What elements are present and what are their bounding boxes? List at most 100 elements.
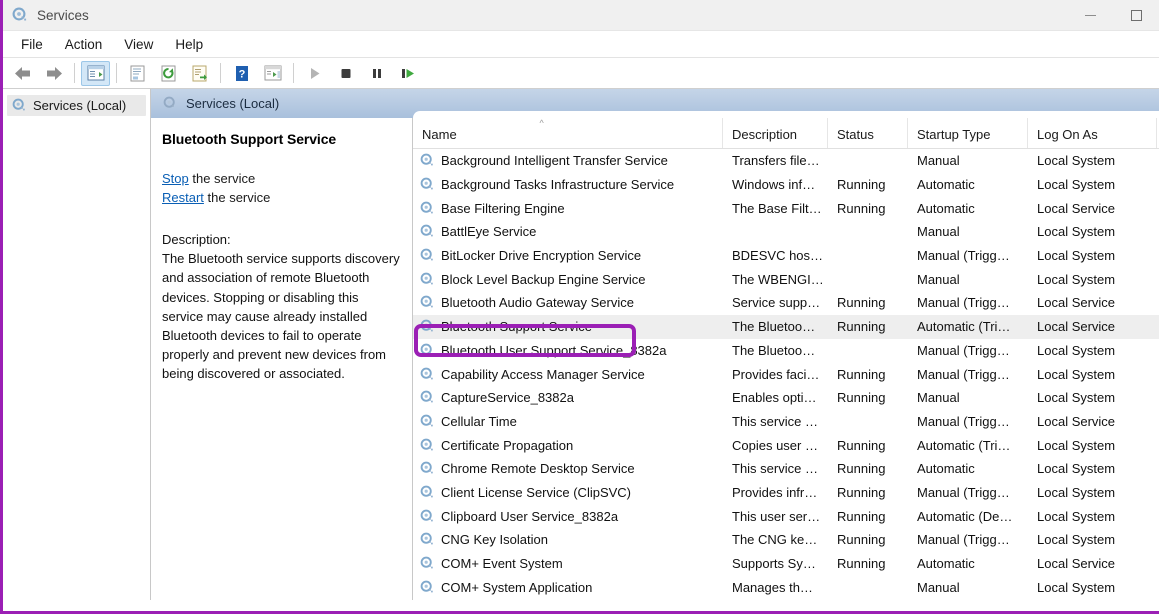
column-header-log-on-as[interactable]: Log On As	[1028, 118, 1157, 148]
table-row[interactable]: Cellular TimeThis service …Manual (Trigg…	[413, 410, 1159, 434]
row-status-cell: Running	[828, 509, 908, 524]
table-row[interactable]: BitLocker Drive Encryption ServiceBDESVC…	[413, 244, 1159, 268]
row-logon-cell: Local System	[1028, 461, 1157, 476]
table-row[interactable]: CNG Key IsolationThe CNG ke…RunningManua…	[413, 528, 1159, 552]
row-name-cell: COM+ System Application	[413, 580, 723, 595]
row-name-cell: Background Tasks Infrastructure Service	[413, 177, 723, 192]
row-service-name: CNG Key Isolation	[441, 532, 548, 547]
show-hide-console-tree-icon[interactable]	[81, 61, 110, 86]
row-description-cell: Windows inf…	[723, 177, 828, 192]
stop-service-icon[interactable]	[331, 61, 360, 86]
minimize-icon	[1085, 15, 1096, 16]
menu-item-action[interactable]: Action	[54, 34, 114, 55]
row-description-cell: This service …	[723, 414, 828, 429]
row-logon-cell: Local System	[1028, 248, 1157, 263]
back-arrow-icon[interactable]	[8, 61, 37, 86]
maximize-icon	[1131, 10, 1142, 21]
forward-arrow-icon[interactable]	[39, 61, 68, 86]
menu-item-file[interactable]: File	[10, 34, 54, 55]
toolbar-separator	[220, 63, 221, 83]
row-logon-cell: Local Service	[1028, 414, 1157, 429]
table-row[interactable]: Background Intelligent Transfer ServiceT…	[413, 149, 1159, 173]
row-logon-cell: Local System	[1028, 272, 1157, 287]
table-row[interactable]: Base Filtering EngineThe Base Filt…Runni…	[413, 196, 1159, 220]
row-name-cell: Clipboard User Service_8382a	[413, 509, 723, 524]
row-logon-cell: Local System	[1028, 224, 1157, 239]
row-startup-cell: Automatic	[908, 201, 1028, 216]
column-header-name[interactable]: ^ Name	[413, 118, 723, 148]
row-logon-cell: Local System	[1028, 509, 1157, 524]
row-name-cell: COM+ Event System	[413, 556, 723, 571]
table-row[interactable]: COM+ System ApplicationManages th…Manual…	[413, 575, 1159, 599]
table-row[interactable]: CaptureService_8382aEnables opti…Running…	[413, 386, 1159, 410]
table-row[interactable]: Bluetooth User Support Service_8382aThe …	[413, 339, 1159, 363]
minimize-button[interactable]	[1067, 0, 1113, 31]
row-description-cell: This user ser…	[723, 509, 828, 524]
services-gear-icon	[420, 177, 435, 192]
table-row[interactable]: Background Tasks Infrastructure ServiceW…	[413, 173, 1159, 197]
services-gear-icon	[420, 390, 435, 405]
column-header-startup-label: Startup Type	[917, 127, 990, 142]
service-details-panel: Bluetooth Support Service Stop the servi…	[151, 118, 413, 600]
column-header-status[interactable]: Status	[828, 118, 908, 148]
column-header-startup-type[interactable]: Startup Type	[908, 118, 1028, 148]
restart-service-link[interactable]: Restart	[162, 190, 204, 205]
row-description-cell: Service supp…	[723, 295, 828, 310]
row-service-name: Background Intelligent Transfer Service	[441, 153, 668, 168]
row-description-cell: This service …	[723, 461, 828, 476]
services-gear-icon	[420, 224, 435, 239]
services-gear-icon	[420, 272, 435, 287]
table-row[interactable]: BattlEye ServiceManualLocal System	[413, 220, 1159, 244]
row-name-cell: Block Level Backup Engine Service	[413, 272, 723, 287]
row-name-cell: Bluetooth User Support Service_8382a	[413, 343, 723, 358]
row-status-cell: Running	[828, 367, 908, 382]
table-row[interactable]: Block Level Backup Engine ServiceThe WBE…	[413, 267, 1159, 291]
pane-header-title: Services (Local)	[186, 96, 279, 111]
row-startup-cell: Manual (Trigg…	[908, 532, 1028, 547]
table-row[interactable]: Clipboard User Service_8382a This user se…	[413, 504, 1159, 528]
row-service-name: Bluetooth User Support Service_8382a	[441, 343, 666, 358]
properties-icon[interactable]	[123, 61, 152, 86]
row-name-cell: Background Intelligent Transfer Service	[413, 153, 723, 168]
table-row[interactable]: COM+ Event SystemSupports Sy…RunningAuto…	[413, 552, 1159, 576]
row-name-cell: CNG Key Isolation	[413, 532, 723, 547]
table-row[interactable]: Chrome Remote Desktop ServiceThis servic…	[413, 457, 1159, 481]
column-header-description[interactable]: Description	[723, 118, 828, 148]
row-status-cell: Running	[828, 532, 908, 547]
service-detail-title: Bluetooth Support Service	[162, 131, 402, 147]
help-icon[interactable]: ?	[227, 61, 256, 86]
pause-service-icon[interactable]	[362, 61, 391, 86]
row-description-cell: The WBENGI…	[723, 272, 828, 287]
row-name-cell: Cellular Time	[413, 414, 723, 429]
services-gear-icon	[420, 414, 435, 429]
window-title: Services	[37, 8, 89, 23]
export-list-icon[interactable]	[185, 61, 214, 86]
row-logon-cell: Local System	[1028, 367, 1157, 382]
restart-service-icon[interactable]	[393, 61, 422, 86]
table-row[interactable]: Capability Access Manager ServiceProvide…	[413, 362, 1159, 386]
row-logon-cell: Local Service	[1028, 556, 1157, 571]
maximize-button[interactable]	[1113, 0, 1159, 31]
table-row[interactable]: Bluetooth Audio Gateway ServiceService s…	[413, 291, 1159, 315]
table-row[interactable]: Client License Service (ClipSVC)Provides…	[413, 481, 1159, 505]
services-gear-icon	[420, 201, 435, 216]
services-gear-icon	[12, 98, 27, 113]
row-startup-cell: Manual	[908, 580, 1028, 595]
refresh-icon[interactable]	[154, 61, 183, 86]
row-logon-cell: Local System	[1028, 343, 1157, 358]
services-gear-icon	[420, 343, 435, 358]
content-pane: Services (Local) Bluetooth Support Servi…	[151, 89, 1159, 600]
table-row[interactable]: Bluetooth Support ServiceThe Bluetoo…Run…	[413, 315, 1159, 339]
start-service-icon[interactable]	[300, 61, 329, 86]
table-row[interactable]: Certificate PropagationCopies user …Runn…	[413, 433, 1159, 457]
row-service-name: Clipboard User Service_8382a	[441, 509, 618, 524]
row-name-cell: Certificate Propagation	[413, 438, 723, 453]
row-logon-cell: Local Service	[1028, 295, 1157, 310]
stop-service-link[interactable]: Stop	[162, 171, 189, 186]
show-action-pane-icon[interactable]	[258, 61, 287, 86]
tree-item-services-local[interactable]: Services (Local)	[7, 95, 146, 116]
row-description-cell: Enables opti…	[723, 390, 828, 405]
menu-item-help[interactable]: Help	[164, 34, 214, 55]
services-gear-icon	[420, 485, 435, 500]
menu-item-view[interactable]: View	[113, 34, 164, 55]
